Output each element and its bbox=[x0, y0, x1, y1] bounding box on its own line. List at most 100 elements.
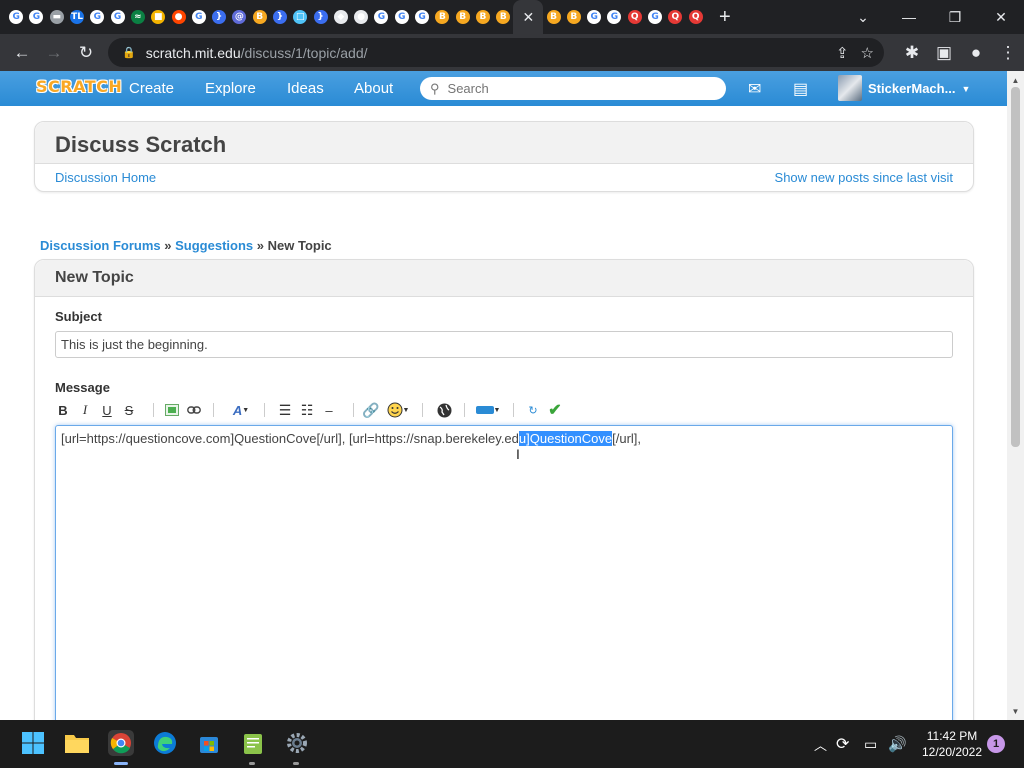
browser-tab[interactable]: B bbox=[543, 0, 563, 34]
new-tab-button[interactable]: + bbox=[710, 6, 740, 29]
browser-tab[interactable]: G bbox=[392, 0, 412, 34]
globe-icon[interactable] bbox=[436, 400, 452, 420]
browser-tab[interactable]: } bbox=[270, 0, 290, 34]
browser-tab[interactable]: □ bbox=[290, 0, 310, 34]
discussion-home-link[interactable]: Discussion Home bbox=[55, 170, 156, 185]
menu-kebab-icon[interactable]: ⋮ bbox=[992, 37, 1024, 69]
font-style-dropdown-icon[interactable]: A ▼ bbox=[230, 400, 252, 420]
show-new-posts-link[interactable]: Show new posts since last visit bbox=[775, 170, 953, 185]
back-icon[interactable]: ← bbox=[6, 37, 38, 69]
browser-tab[interactable]: B bbox=[473, 0, 493, 34]
tab-search-icon[interactable]: ⌄ bbox=[840, 0, 886, 34]
browser-tab[interactable]: B bbox=[250, 0, 270, 34]
address-bar[interactable]: 🔒 scratch.mit.edu/discuss/1/topic/add/ ⇪… bbox=[108, 38, 884, 67]
scratch-blocks-dropdown-icon[interactable]: ▼ bbox=[475, 400, 501, 420]
nav-create[interactable]: Create bbox=[129, 71, 174, 106]
browser-tab[interactable]: Q bbox=[686, 0, 706, 34]
browser-tab[interactable]: B bbox=[564, 0, 584, 34]
extensions-icon[interactable]: ✱ bbox=[896, 37, 928, 69]
check-preview-icon[interactable]: ✔ bbox=[546, 400, 564, 420]
browser-tab[interactable]: B bbox=[432, 0, 452, 34]
breadcrumb-suggestions-link[interactable]: Suggestions bbox=[175, 238, 253, 253]
horizontal-rule-icon[interactable]: – bbox=[321, 400, 337, 420]
notepad-icon[interactable] bbox=[240, 730, 266, 756]
start-icon[interactable] bbox=[20, 730, 46, 756]
notification-badge[interactable]: 1 bbox=[987, 735, 1005, 753]
scroll-down-icon[interactable]: ▼ bbox=[1007, 704, 1024, 718]
settings-gear-icon[interactable] bbox=[284, 730, 310, 756]
nav-about[interactable]: About bbox=[354, 71, 393, 106]
scratch-logo[interactable]: SCRATCH bbox=[36, 77, 122, 96]
browser-tab[interactable]: ◆ bbox=[331, 0, 351, 34]
strikethrough-button[interactable]: S bbox=[122, 400, 136, 420]
browser-tab[interactable]: G bbox=[107, 0, 127, 34]
nav-explore[interactable]: Explore bbox=[205, 71, 256, 106]
show-hidden-icons-chevron-icon[interactable]: ︿ bbox=[814, 720, 827, 768]
profile-icon[interactable]: ● bbox=[960, 37, 992, 69]
messages-envelope-icon[interactable]: ✉ bbox=[748, 79, 761, 99]
browser-tab[interactable]: B bbox=[453, 0, 473, 34]
account-menu[interactable]: StickerMach... ▼ bbox=[868, 71, 970, 106]
browser-tab[interactable]: G bbox=[371, 0, 391, 34]
browser-tab[interactable]: ■ bbox=[148, 0, 168, 34]
share-icon[interactable]: ⇪ bbox=[836, 44, 849, 62]
file-explorer-icon[interactable] bbox=[64, 730, 90, 756]
browser-tab[interactable]: G bbox=[87, 0, 107, 34]
network-icon[interactable]: ▭ bbox=[864, 720, 877, 768]
browser-tab[interactable]: ▬ bbox=[47, 0, 67, 34]
page-scrollbar[interactable]: ▲ ▼ bbox=[1007, 71, 1024, 720]
browser-tab[interactable]: G bbox=[26, 0, 46, 34]
toolbar-separator bbox=[513, 403, 514, 417]
browser-tab[interactable]: ● bbox=[168, 0, 188, 34]
browser-tab[interactable]: G bbox=[604, 0, 624, 34]
scratchblocks-icon[interactable]: 🔗 bbox=[362, 400, 380, 420]
reload-icon[interactable]: ↻ bbox=[70, 37, 102, 69]
browser-tab[interactable]: ≈ bbox=[128, 0, 148, 34]
avatar[interactable] bbox=[838, 75, 862, 101]
message-textarea[interactable]: [url=https://questioncove.com]QuestionCo… bbox=[55, 425, 953, 725]
smiley-dropdown-icon[interactable]: ▼ bbox=[386, 400, 410, 420]
forward-icon[interactable]: → bbox=[38, 37, 70, 69]
italic-button[interactable]: I bbox=[78, 400, 92, 420]
taskbar-clock[interactable]: 11:42 PM 12/20/2022 bbox=[916, 728, 988, 760]
side-panel-icon[interactable]: ▣ bbox=[928, 37, 960, 69]
my-stuff-folder-icon[interactable]: ▤ bbox=[793, 79, 808, 99]
numbered-list-icon[interactable]: ☷ bbox=[299, 400, 315, 420]
browser-tab[interactable]: G bbox=[6, 0, 26, 34]
bold-button[interactable]: B bbox=[56, 400, 70, 420]
sync-icon[interactable]: ⟳ bbox=[836, 720, 849, 768]
minimize-button[interactable]: — bbox=[886, 0, 932, 34]
browser-tab[interactable]: Q bbox=[625, 0, 645, 34]
restore-button[interactable]: ❐ bbox=[932, 0, 978, 34]
bulleted-list-icon[interactable]: ☰ bbox=[277, 400, 293, 420]
edge-icon[interactable] bbox=[152, 730, 178, 756]
scrollbar-thumb[interactable] bbox=[1011, 87, 1020, 447]
scroll-up-icon[interactable]: ▲ bbox=[1007, 73, 1024, 87]
browser-tab[interactable]: Q bbox=[665, 0, 685, 34]
insert-link-icon[interactable] bbox=[186, 400, 202, 420]
browser-tab[interactable]: TL bbox=[67, 0, 87, 34]
close-window-button[interactable]: ✕ bbox=[978, 0, 1024, 34]
search-input[interactable] bbox=[447, 81, 708, 96]
chrome-icon[interactable] bbox=[108, 730, 134, 756]
close-tab-icon[interactable]: ✕ bbox=[523, 9, 535, 26]
browser-tab[interactable]: G bbox=[412, 0, 432, 34]
clear-formatting-icon[interactable]: ↻ bbox=[525, 400, 541, 420]
browser-tab[interactable]: B bbox=[493, 0, 513, 34]
breadcrumb-forums-link[interactable]: Discussion Forums bbox=[40, 238, 161, 253]
browser-tab[interactable]: @ bbox=[229, 0, 249, 34]
volume-icon[interactable]: 🔊 bbox=[888, 720, 907, 768]
microsoft-store-icon[interactable] bbox=[196, 730, 222, 756]
browser-tab[interactable]: } bbox=[310, 0, 330, 34]
browser-tab[interactable]: ● bbox=[351, 0, 371, 34]
active-tab[interactable]: ✕ bbox=[513, 0, 544, 34]
insert-image-icon[interactable] bbox=[164, 400, 180, 420]
underline-button[interactable]: U bbox=[100, 400, 114, 420]
browser-tab[interactable]: G bbox=[584, 0, 604, 34]
subject-field[interactable] bbox=[55, 331, 953, 358]
nav-ideas[interactable]: Ideas bbox=[287, 71, 324, 106]
browser-tab[interactable]: G bbox=[645, 0, 665, 34]
browser-tab[interactable]: } bbox=[209, 0, 229, 34]
browser-tab[interactable]: G bbox=[189, 0, 209, 34]
bookmark-star-icon[interactable]: ☆ bbox=[861, 44, 874, 62]
